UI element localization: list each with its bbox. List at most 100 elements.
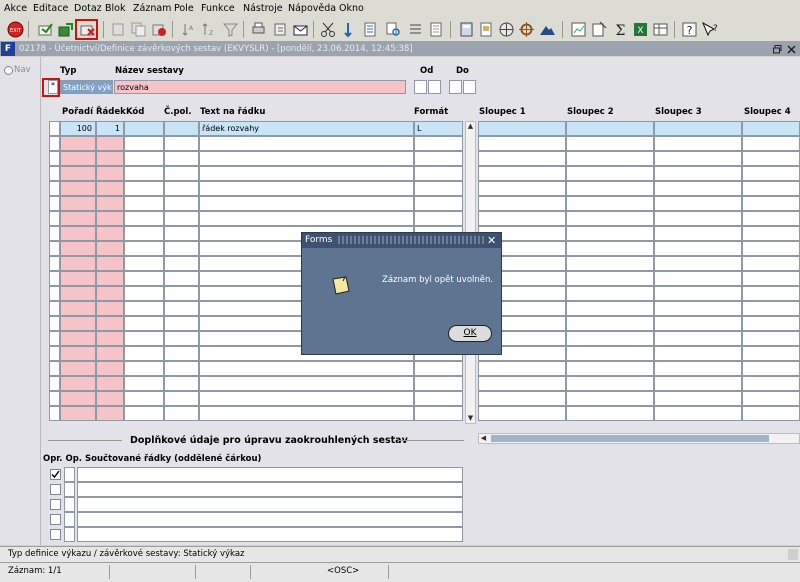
menu-blok[interactable]: Blok — [105, 3, 125, 14]
exit-icon[interactable]: EXIT — [7, 21, 24, 38]
cell-text[interactable] — [199, 376, 414, 391]
cell-radek[interactable] — [96, 211, 124, 226]
cut-record-icon[interactable] — [110, 21, 127, 38]
cell-sloupec-3[interactable] — [654, 406, 742, 421]
cell-sloupec-4[interactable] — [742, 121, 800, 136]
cell-text[interactable] — [199, 151, 414, 166]
cell-kod[interactable] — [124, 346, 164, 361]
cell-sloupec-4[interactable] — [742, 226, 800, 241]
cell-radek[interactable] — [96, 316, 124, 331]
do-field-1[interactable] — [449, 80, 462, 94]
sort-ascending-icon[interactable]: A — [180, 21, 197, 38]
cell-sloupec-4[interactable] — [742, 331, 800, 346]
cell-sloupec-2[interactable] — [566, 181, 654, 196]
cell-sloupec-4[interactable] — [742, 271, 800, 286]
cell-sloupec-1[interactable] — [478, 121, 566, 136]
cell-sloupec-1[interactable] — [478, 361, 566, 376]
cell-sloupec-1[interactable] — [478, 181, 566, 196]
row-selector[interactable] — [49, 346, 60, 361]
cell-sloupec-4[interactable] — [742, 241, 800, 256]
row-selector[interactable] — [49, 181, 60, 196]
cell-sloupec-4[interactable] — [742, 301, 800, 316]
cell-sloupec-2[interactable] — [566, 121, 654, 136]
menu-pole[interactable]: Pole — [174, 3, 194, 14]
cell-cpol[interactable] — [164, 301, 199, 316]
cell-sloupec-2[interactable] — [566, 376, 654, 391]
cell-sloupec-3[interactable] — [654, 241, 742, 256]
cell-cpol[interactable] — [164, 316, 199, 331]
row-selector[interactable] — [49, 316, 60, 331]
cell-text[interactable] — [199, 181, 414, 196]
cell-text[interactable] — [199, 361, 414, 376]
opr-checkbox[interactable] — [50, 499, 61, 510]
globe-icon[interactable] — [498, 21, 515, 38]
menu-funkce[interactable]: Funkce — [201, 3, 235, 14]
cell-cpol[interactable] — [164, 361, 199, 376]
menu-dotaz[interactable]: Dotaz — [74, 3, 102, 14]
cell-radek[interactable] — [96, 256, 124, 271]
cell-sloupec-2[interactable] — [566, 346, 654, 361]
cell-sloupec-1[interactable] — [478, 151, 566, 166]
cell-sloupec-4[interactable] — [742, 316, 800, 331]
scroll-left-icon[interactable]: ◀ — [479, 434, 488, 443]
search-icon[interactable] — [385, 21, 402, 38]
do-field-2[interactable] — [463, 80, 476, 94]
cell-sloupec-3[interactable] — [654, 361, 742, 376]
cell-cpol[interactable] — [164, 121, 199, 136]
transfer-icon[interactable] — [340, 21, 357, 38]
cell-poradi[interactable] — [60, 166, 96, 181]
cell-poradi[interactable] — [60, 316, 96, 331]
cell-cpol[interactable] — [164, 391, 199, 406]
cell-cpol[interactable] — [164, 331, 199, 346]
menu-editace[interactable]: Editace — [33, 3, 68, 14]
cell-format[interactable] — [414, 361, 463, 376]
cell-sloupec-3[interactable] — [654, 226, 742, 241]
cell-radek[interactable] — [96, 406, 124, 421]
cell-kod[interactable] — [124, 301, 164, 316]
filter-icon[interactable] — [222, 21, 239, 38]
cell-sloupec-3[interactable] — [654, 121, 742, 136]
cell-sloupec-4[interactable] — [742, 196, 800, 211]
cell-kod[interactable] — [124, 406, 164, 421]
opr-checkbox[interactable] — [50, 484, 61, 495]
row-selector[interactable] — [49, 391, 60, 406]
nav-radio-icon[interactable] — [4, 66, 13, 75]
cell-sloupec-2[interactable] — [566, 406, 654, 421]
cell-radek[interactable] — [96, 361, 124, 376]
cell-sloupec-2[interactable] — [566, 301, 654, 316]
cell-sloupec-4[interactable] — [742, 361, 800, 376]
help-icon[interactable]: ? — [681, 21, 698, 38]
cell-sloupec-4[interactable] — [742, 136, 800, 151]
cell-poradi[interactable] — [60, 391, 96, 406]
cell-kod[interactable] — [124, 256, 164, 271]
cell-format[interactable] — [414, 196, 463, 211]
cell-kod[interactable] — [124, 376, 164, 391]
cell-kod[interactable] — [124, 226, 164, 241]
cell-kod[interactable] — [124, 316, 164, 331]
calculator-icon[interactable] — [458, 21, 475, 38]
cell-format[interactable] — [414, 391, 463, 406]
cell-sloupec-3[interactable] — [654, 211, 742, 226]
sort-descending-icon[interactable]: Z — [200, 21, 217, 38]
chart-icon[interactable] — [570, 21, 587, 38]
cell-cpol[interactable] — [164, 181, 199, 196]
cell-radek[interactable] — [96, 271, 124, 286]
row-selector[interactable] — [49, 301, 60, 316]
cell-poradi[interactable] — [60, 226, 96, 241]
grid-horizontal-scrollbar[interactable]: ◀ — [478, 433, 800, 444]
summed-rows-field[interactable] — [77, 482, 463, 497]
cell-radek[interactable] — [96, 181, 124, 196]
clear-record-icon[interactable] — [150, 21, 167, 38]
cell-cpol[interactable] — [164, 196, 199, 211]
cell-sloupec-4[interactable] — [742, 211, 800, 226]
op-field[interactable] — [64, 527, 75, 542]
cell-poradi[interactable] — [60, 211, 96, 226]
dialog-close-icon[interactable]: ✕ — [487, 234, 496, 247]
cell-radek[interactable] — [96, 301, 124, 316]
nav-label[interactable]: Nav — [14, 65, 31, 75]
cell-sloupec-4[interactable] — [742, 151, 800, 166]
row-selector[interactable] — [49, 226, 60, 241]
cell-sloupec-3[interactable] — [654, 256, 742, 271]
cell-sloupec-2[interactable] — [566, 166, 654, 181]
cell-kod[interactable] — [124, 286, 164, 301]
